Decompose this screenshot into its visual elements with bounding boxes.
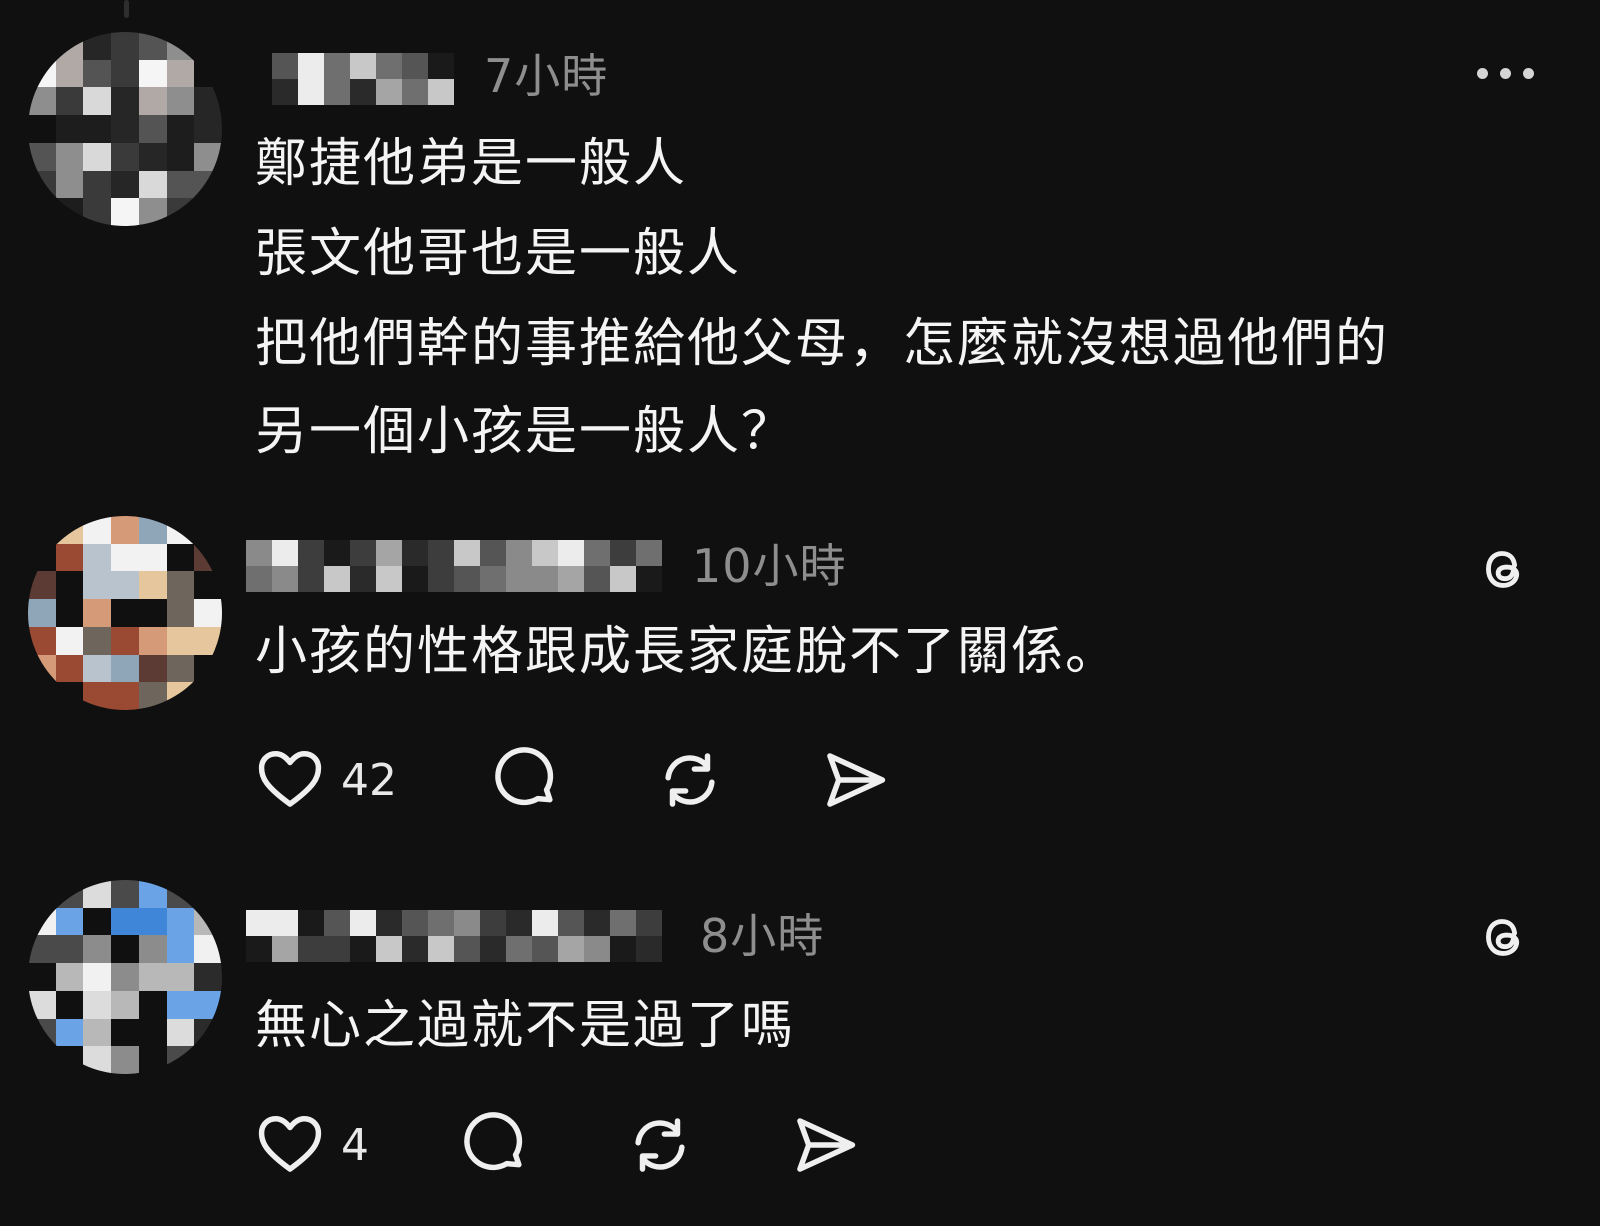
post-text-line: 把他們幹的事推給他父母，怎麼就沒想過他們的: [255, 314, 1390, 374]
like-button[interactable]: 42: [255, 745, 397, 815]
more-horizontal-icon: [1476, 67, 1488, 79]
username-pixelated[interactable]: [272, 53, 462, 105]
share-icon: [797, 1118, 856, 1172]
heart-icon: [258, 751, 322, 807]
thread-connector-line: [124, 0, 129, 18]
more-options-button[interactable]: [1472, 58, 1538, 88]
post-text-line: 小孩的性格跟成長家庭脫不了關係。: [255, 622, 1120, 682]
share-button[interactable]: [819, 745, 889, 815]
username-pixelated[interactable]: [246, 910, 682, 962]
like-count: 42: [341, 754, 397, 806]
comment-icon: [495, 747, 554, 806]
avatar[interactable]: [28, 32, 222, 226]
heart-icon: [258, 1116, 322, 1172]
username-pixelated[interactable]: [246, 540, 682, 592]
share-icon: [827, 753, 886, 807]
post-text-line: 鄭捷他弟是一般人: [255, 134, 688, 194]
like-button[interactable]: 4: [255, 1110, 369, 1180]
post-timestamp: 8小時: [700, 909, 825, 963]
post-timestamp: 7小時: [484, 49, 609, 103]
repost-icon: [635, 1118, 685, 1172]
comment-button[interactable]: [462, 1110, 532, 1180]
repost-button[interactable]: [625, 1110, 695, 1180]
post-timestamp: 10小時: [692, 539, 847, 593]
threads-logo-icon[interactable]: [1472, 538, 1534, 600]
post-text-line: 張文他哥也是一般人: [255, 224, 742, 284]
repost-button[interactable]: [655, 745, 725, 815]
threads-logo-icon[interactable]: [1472, 906, 1534, 968]
share-button[interactable]: [789, 1110, 859, 1180]
post-text-line: 無心之過就不是過了嗎: [255, 996, 796, 1056]
repost-icon: [665, 753, 715, 807]
avatar[interactable]: [28, 516, 222, 710]
comment-button[interactable]: [493, 745, 563, 815]
like-count: 4: [341, 1119, 369, 1171]
avatar[interactable]: [28, 880, 222, 1074]
comment-icon: [464, 1112, 523, 1171]
post-text-line: 另一個小孩是一般人？: [255, 402, 796, 462]
